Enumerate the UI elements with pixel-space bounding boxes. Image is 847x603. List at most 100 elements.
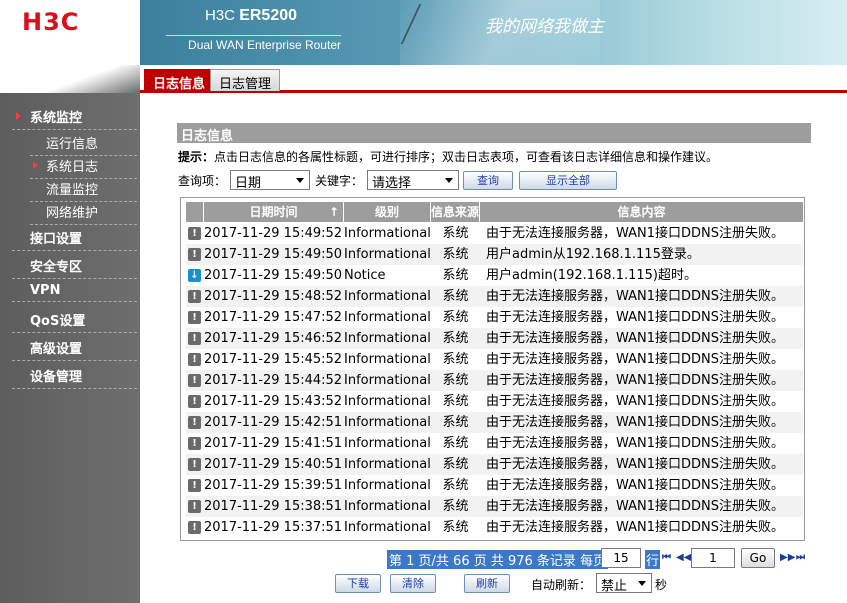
table-row[interactable]: ! 2017-11-29 15:37:51 Informational 系统 由于无法连… — [186, 517, 803, 538]
table-row[interactable]: ! 2017-11-29 15:46:52 Informational 系统 由于无法连… — [186, 328, 803, 349]
table-row[interactable]: ! 2017-11-29 15:39:51 Informational 系统 由于无法连… — [186, 475, 803, 496]
table-row[interactable]: ! 2017-11-29 15:49:52 Informational 系统 由于无法连… — [186, 223, 803, 244]
clear-button[interactable]: 清除 — [390, 574, 436, 593]
header-level[interactable]: 级别 — [344, 202, 431, 222]
cell-level: Informational — [344, 352, 431, 367]
table-row[interactable]: ! 2017-11-29 15:38:51 Informational 系统 由于无法连… — [186, 496, 803, 517]
exclamation-icon: ! — [188, 416, 201, 429]
cell-level: Informational — [344, 520, 431, 535]
exclamation-icon: ! — [188, 353, 201, 366]
cell-level: Informational — [344, 331, 431, 346]
query-item-select[interactable]: 日期 — [230, 170, 310, 191]
cell-datetime: 2017-11-29 15:38:51 — [204, 499, 343, 514]
level-icon-cell: ! — [186, 496, 204, 517]
download-button[interactable]: 下载 — [335, 574, 381, 593]
last-page-icon[interactable]: ⏭ — [796, 552, 805, 563]
query-item-label: 查询项： — [178, 174, 227, 188]
header-datetime[interactable]: 日期时间 ↑ — [204, 202, 344, 222]
cell-datetime: 2017-11-29 15:46:52 — [204, 331, 343, 346]
table-row[interactable]: ! 2017-11-29 15:49:50 Informational 系统 用户adm… — [186, 244, 803, 265]
cell-source: 系统 — [442, 373, 469, 388]
sidebar-item-system-log[interactable]: 系统日志 — [30, 154, 137, 179]
cell-message: 由于无法连接服务器，WAN1接口DDNS注册失败。 — [486, 289, 785, 304]
table-row[interactable]: ↓ 2017-11-29 15:49:50 Notice 系统 用户admin(192.… — [186, 265, 803, 286]
sidebar-item-system-monitor[interactable]: 系统监控 — [12, 105, 137, 130]
cell-source: 系统 — [442, 352, 469, 367]
pager-summary: 第 1 页/共 66 页 共 976 条记录 每页 — [387, 550, 609, 569]
section-title: 日志信息 — [177, 123, 811, 144]
arrow-down-icon: ↓ — [188, 269, 201, 282]
exclamation-icon: ! — [188, 332, 201, 345]
product-prefix: H3C — [205, 7, 236, 24]
cell-datetime: 2017-11-29 15:42:51 — [204, 415, 343, 430]
show-all-button[interactable]: 显示全部 — [519, 171, 617, 190]
level-icon-cell: ! — [186, 433, 204, 454]
table-row[interactable]: ! 2017-11-29 15:42:51 Informational 系统 由于无法连… — [186, 412, 803, 433]
cell-level: Informational — [344, 247, 431, 262]
keyword-select[interactable]: 请选择 — [367, 170, 459, 191]
cell-message: 由于无法连接服务器，WAN1接口DDNS注册失败。 — [486, 415, 785, 430]
cell-message: 由于无法连接服务器，WAN1接口DDNS注册失败。 — [486, 520, 785, 535]
sidebar-item-running-info[interactable]: 运行信息 — [30, 131, 137, 156]
level-icon-cell: ! — [186, 307, 204, 328]
cell-level: Informational — [344, 478, 431, 493]
refresh-button[interactable]: 刷新 — [464, 574, 510, 593]
cell-message: 由于无法连接服务器，WAN1接口DDNS注册失败。 — [486, 478, 785, 493]
slogan: 我的网络我做主 — [485, 17, 604, 37]
exclamation-icon: ! — [188, 311, 201, 324]
sidebar-item-network-maintenance[interactable]: 网络维护 — [30, 200, 137, 225]
auto-refresh-label: 自动刷新： — [531, 578, 592, 592]
level-icon-cell: ! — [186, 454, 204, 475]
auto-refresh-select[interactable]: 禁止 — [596, 573, 652, 594]
cell-level: Informational — [344, 289, 431, 304]
cell-level: Notice — [344, 268, 386, 283]
search-button[interactable]: 查询 — [463, 171, 513, 190]
per-page-input[interactable]: 15 — [601, 548, 641, 568]
per-page-unit: 行 — [645, 550, 661, 569]
header-message[interactable]: 信息内容 — [480, 202, 803, 222]
go-button[interactable]: Go — [741, 548, 775, 568]
tab-log-management[interactable]: 日志管理 — [210, 69, 281, 92]
first-page-icon[interactable]: ⏮ — [662, 552, 671, 563]
cell-source: 系统 — [442, 457, 469, 472]
sidebar-top-fade — [0, 65, 140, 93]
exclamation-icon: ! — [188, 458, 201, 471]
sidebar-item-traffic-monitor[interactable]: 流量监控 — [30, 177, 137, 202]
table-row[interactable]: ! 2017-11-29 15:45:52 Informational 系统 由于无法连… — [186, 349, 803, 370]
page-input[interactable]: 1 — [691, 548, 735, 568]
cell-source: 系统 — [442, 478, 469, 493]
table-row[interactable]: ! 2017-11-29 15:44:52 Informational 系统 由于无法连… — [186, 370, 803, 391]
sidebar-item-device-management[interactable]: 设备管理 — [12, 364, 137, 389]
sidebar-item-vpn[interactable]: VPN — [12, 281, 137, 302]
sidebar-item-security-zone[interactable]: 安全专区 — [12, 254, 137, 279]
table-row[interactable]: ! 2017-11-29 15:43:52 Informational 系统 由于无法连… — [186, 391, 803, 412]
sidebar-item-interface-settings[interactable]: 接口设置 — [12, 226, 137, 251]
table-row[interactable]: ! 2017-11-29 15:48:52 Informational 系统 由于无法连… — [186, 286, 803, 307]
table-row[interactable]: ! 2017-11-29 15:47:52 Informational 系统 由于无法连… — [186, 307, 803, 328]
cell-source: 系统 — [442, 394, 469, 409]
prev-page-icon[interactable]: ◀◀ — [676, 552, 691, 563]
exclamation-icon: ! — [188, 500, 201, 513]
level-icon-cell: ! — [186, 391, 204, 412]
cell-datetime: 2017-11-29 15:49:50 — [204, 268, 343, 283]
main-content: 日志信息 提示：点击日志信息的各属性标题，可进行排序；双击日志表项，可查看该日志… — [140, 93, 847, 603]
sort-asc-icon: ↑ — [328, 205, 339, 219]
cell-source: 系统 — [442, 310, 469, 325]
log-table: 日期时间 ↑ 级别 信息来源 信息内容 ! 2017-11-29 15:49:52… — [180, 197, 805, 541]
table-row[interactable]: ! 2017-11-29 15:40:51 Informational 系统 由于无法连… — [186, 454, 803, 475]
header-source[interactable]: 信息来源 — [431, 202, 480, 222]
sidebar-item-qos[interactable]: QoS设置 — [12, 308, 137, 333]
level-icon-cell: ! — [186, 517, 204, 538]
router-admin-page: H3C H3C ER5200 Dual WAN Enterprise Route… — [0, 0, 847, 603]
level-icon-cell: ! — [186, 370, 204, 391]
cell-level: Informational — [344, 436, 431, 451]
tab-log-info[interactable]: 日志信息 — [144, 69, 215, 92]
next-page-icon[interactable]: ▶▶ — [780, 552, 795, 563]
sidebar-item-advanced[interactable]: 高级设置 — [12, 336, 137, 361]
exclamation-icon: ! — [188, 290, 201, 303]
level-icon-cell: ! — [186, 223, 204, 244]
cell-level: Informational — [344, 226, 431, 241]
table-row[interactable]: ! 2017-11-29 15:41:51 Informational 系统 由于无法连… — [186, 433, 803, 454]
level-icon-cell: ! — [186, 328, 204, 349]
hint-body: 点击日志信息的各属性标题，可进行排序；双击日志表项，可查看该日志详细信息和操作建… — [214, 150, 719, 164]
